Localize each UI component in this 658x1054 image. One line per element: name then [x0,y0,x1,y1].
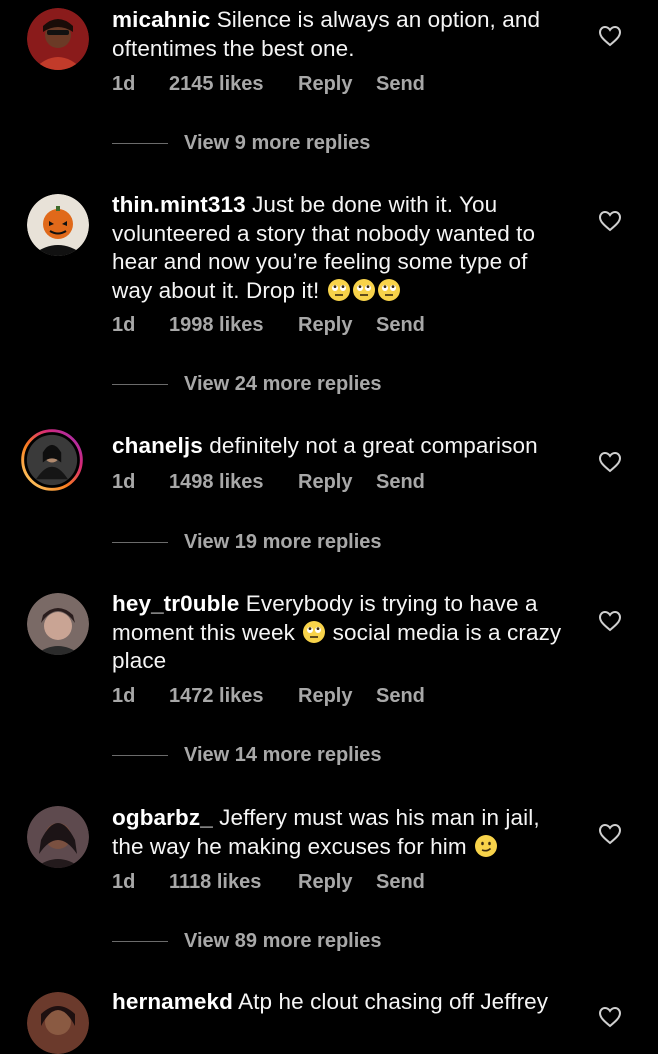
heart-outline-icon[interactable] [598,823,622,845]
comment-meta: 1d 1498 likes Reply Send [112,471,425,494]
comment-likes[interactable]: 1118 likes [169,871,298,894]
comment-body: hernamekd Atp he clout chasing off Jeffr… [112,988,572,1017]
comment-meta: 1d 1118 likes Reply Send [112,871,425,894]
comment-meta: 1d 1998 likes Reply Send [112,314,425,337]
avatar[interactable] [27,8,89,70]
comment-likes[interactable]: 1998 likes [169,314,298,337]
eye-roll-emoji [352,278,376,302]
send-button[interactable]: Send [376,73,425,96]
comment-time: 1d [112,314,136,336]
comment-meta: 1d 1472 likes Reply Send [112,685,425,708]
heart-outline-icon[interactable] [598,451,622,473]
reply-button[interactable]: Reply [298,73,376,96]
avatar[interactable] [27,992,89,1054]
view-replies-button[interactable]: View 14 more replies [112,744,382,767]
view-replies-label: View 9 more replies [184,132,371,154]
heart-outline-icon[interactable] [598,25,622,47]
comment-body: thin.mint313 Just be done with it. You v… [112,191,572,305]
send-button[interactable]: Send [376,871,425,894]
smirk-emoji [474,834,498,858]
avatar[interactable] [21,429,95,503]
send-button[interactable]: Send [376,314,425,337]
heart-outline-icon[interactable] [598,610,622,632]
reply-button[interactable]: Reply [298,871,376,894]
comment-time: 1d [112,471,136,493]
divider-line [112,384,168,385]
view-replies-button[interactable]: View 89 more replies [112,930,382,953]
comment-likes[interactable]: 1472 likes [169,685,298,708]
comment-time: 1d [112,685,136,707]
divider-line [112,755,168,756]
comment-username[interactable]: thin.mint313 [112,192,246,217]
send-button[interactable]: Send [376,685,425,708]
avatar[interactable] [27,806,89,868]
comment-meta: 1d 2145 likes Reply Send [112,73,425,96]
comment-body: hey_tr0uble Everybody is trying to have … [112,590,572,676]
comment-time: 1d [112,73,136,95]
eye-roll-emoji [302,620,326,644]
comment-body: ogbarbz_ Jeffery must was his man in jai… [112,804,572,861]
comment-time: 1d [112,871,136,893]
heart-outline-icon[interactable] [598,210,622,232]
eye-roll-emoji [327,278,351,302]
comment-username[interactable]: ogbarbz_ [112,805,213,830]
comment-likes[interactable]: 1498 likes [169,471,298,494]
comment-body: micahnic Silence is always an option, an… [112,6,572,63]
heart-outline-icon[interactable] [598,1006,622,1028]
divider-line [112,941,168,942]
view-replies-button[interactable]: View 19 more replies [112,531,382,554]
comment-username[interactable]: micahnic [112,7,210,32]
comment-likes[interactable]: 2145 likes [169,73,298,96]
view-replies-button[interactable]: View 9 more replies [112,132,370,155]
divider-line [112,542,168,543]
reply-button[interactable]: Reply [298,314,376,337]
comment-username[interactable]: hey_tr0uble [112,591,239,616]
view-replies-button[interactable]: View 24 more replies [112,373,382,396]
comment-text: Atp he clout chasing off Jeffrey [238,989,549,1014]
divider-line [112,143,168,144]
view-replies-label: View 24 more replies [184,373,382,395]
view-replies-label: View 89 more replies [184,930,382,952]
eye-roll-emoji [377,278,401,302]
reply-button[interactable]: Reply [298,471,376,494]
view-replies-label: View 14 more replies [184,744,382,766]
avatar[interactable] [27,194,89,256]
comment-body: chaneljs definitely not a great comparis… [112,432,572,461]
comment-username[interactable]: chaneljs [112,433,203,458]
comment-username[interactable]: hernamekd [112,989,233,1014]
view-replies-label: View 19 more replies [184,531,382,553]
comment-text: definitely not a great comparison [209,433,538,458]
reply-button[interactable]: Reply [298,685,376,708]
avatar[interactable] [27,593,89,655]
send-button[interactable]: Send [376,471,425,494]
